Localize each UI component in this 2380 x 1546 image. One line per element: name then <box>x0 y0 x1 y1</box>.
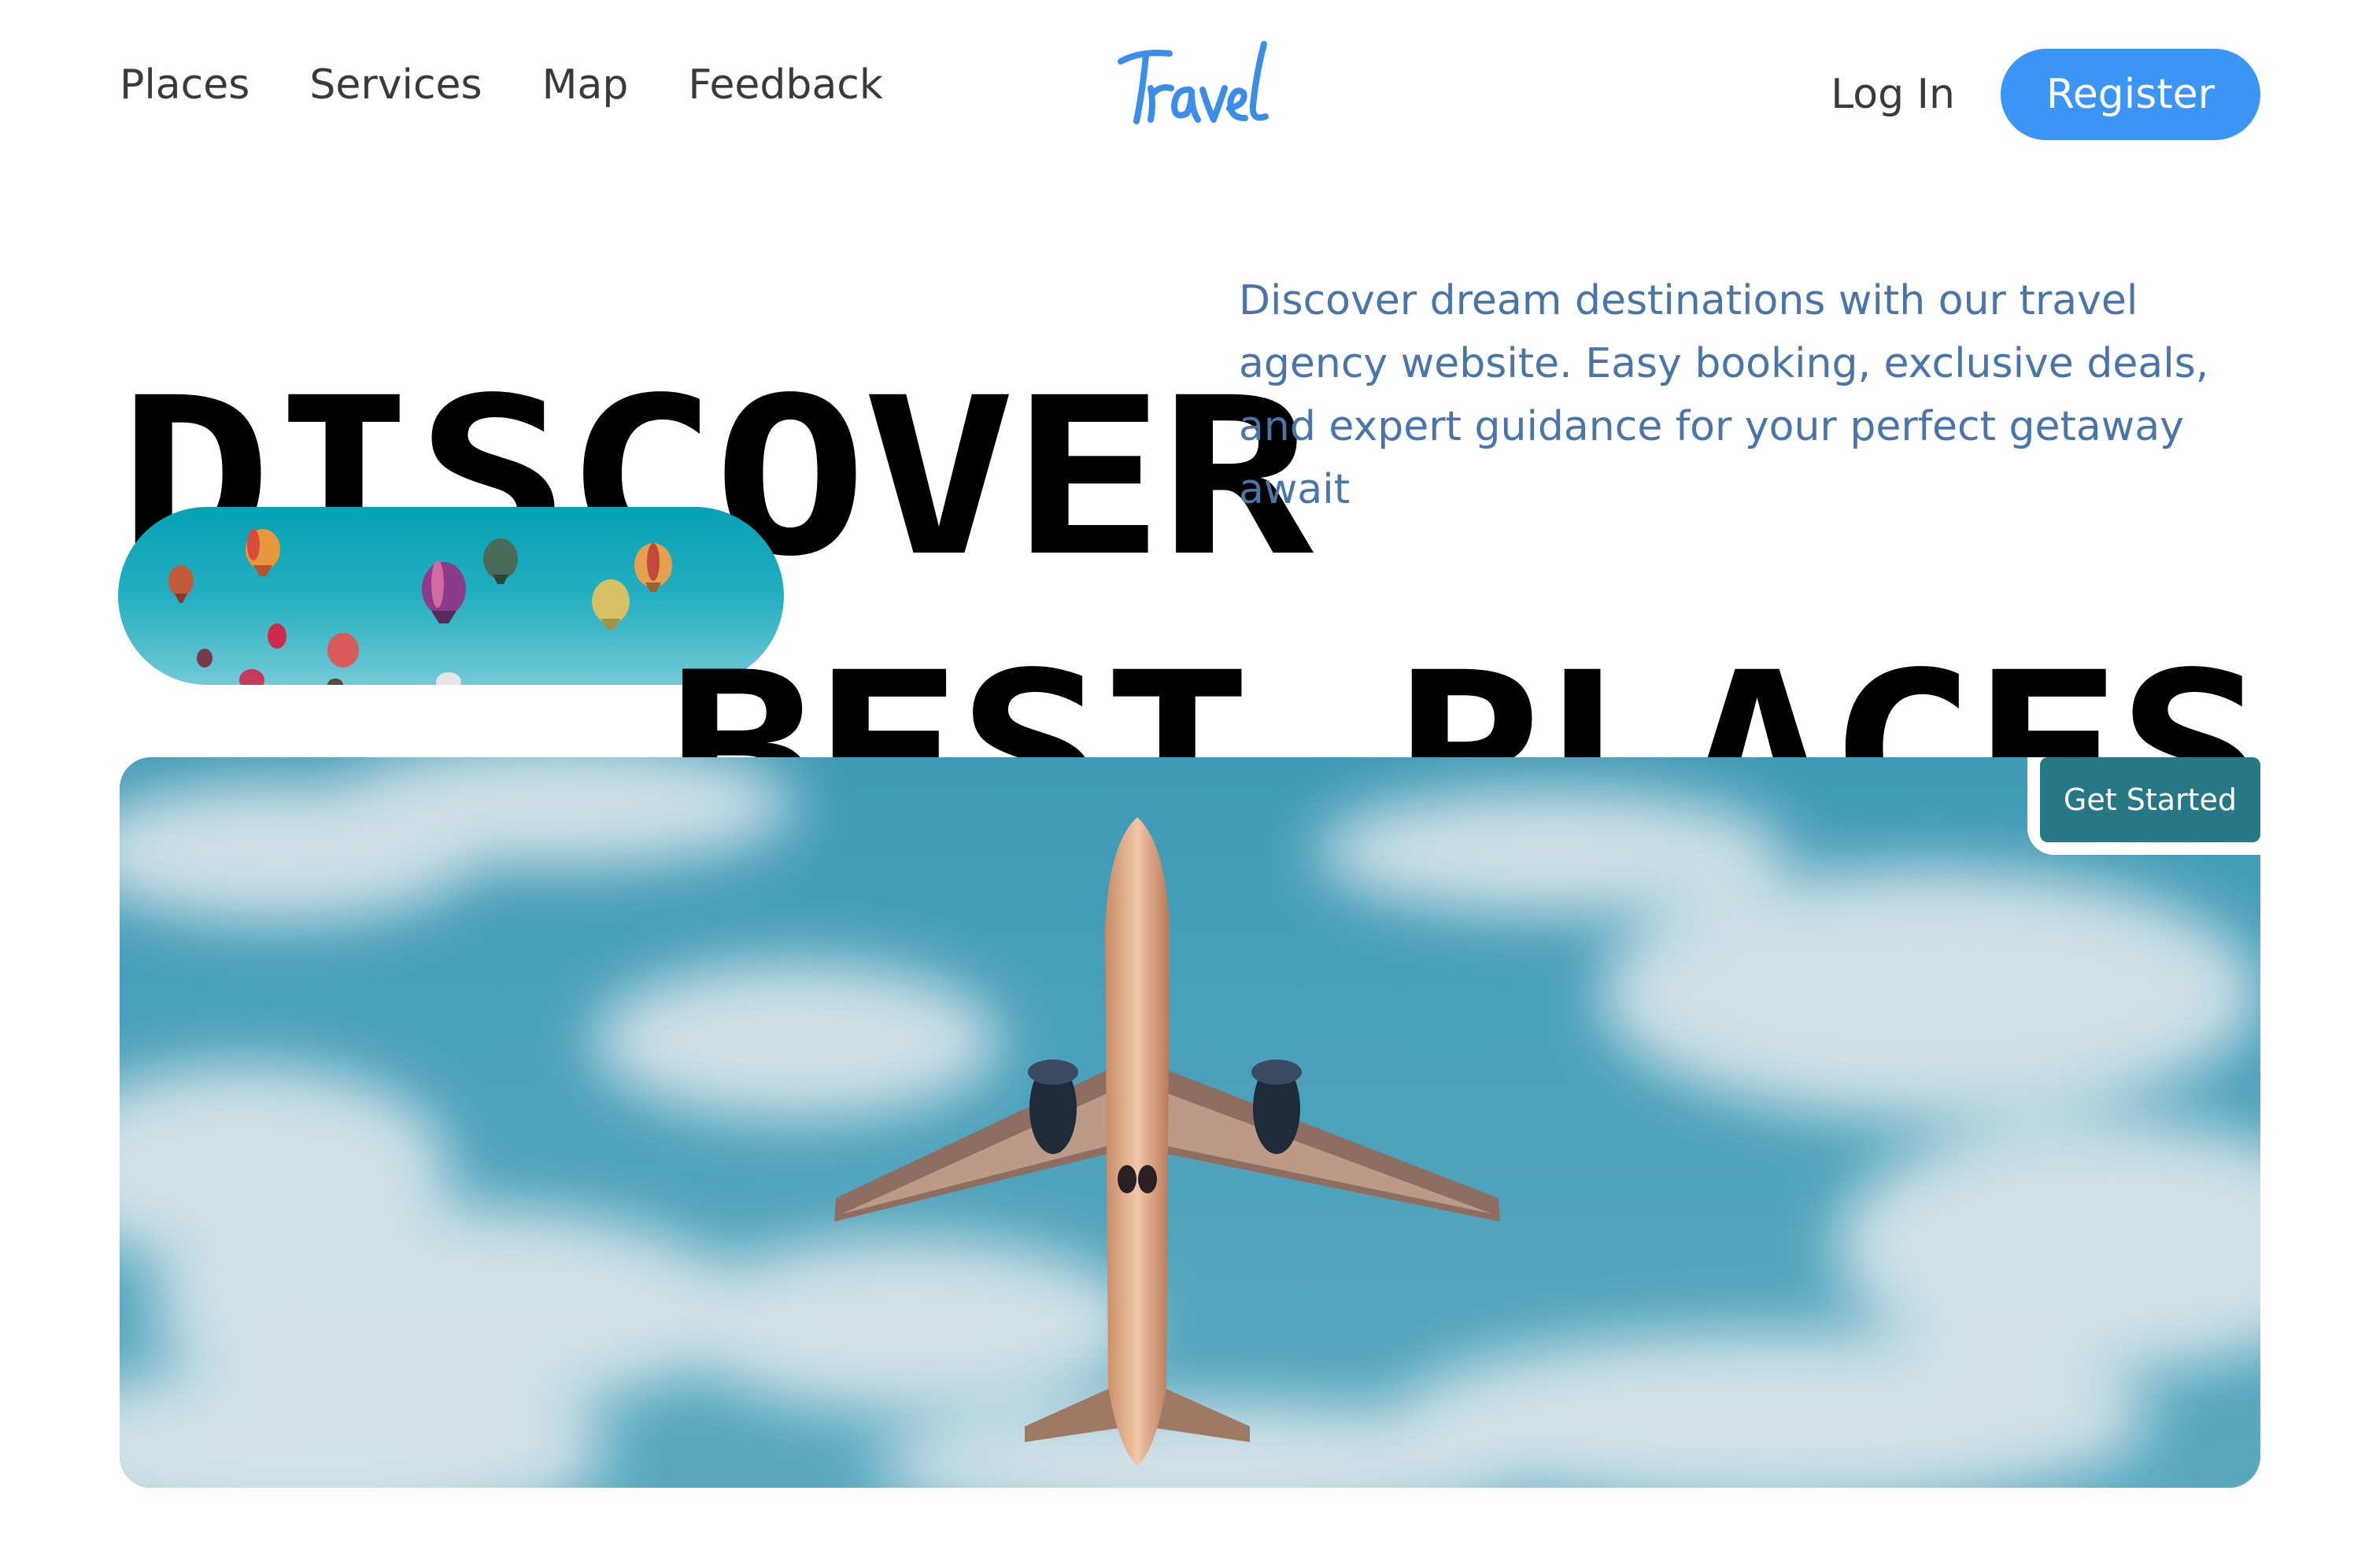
register-button[interactable]: Register <box>2000 49 2260 140</box>
login-link[interactable]: Log In <box>1831 71 1955 118</box>
nav-map-link[interactable]: Map <box>542 61 629 109</box>
main-nav: Places Services Map Feedback <box>120 61 883 109</box>
hero-tagline: Discover dream destinations with our tra… <box>1239 277 2209 513</box>
auth-area: Log In Register <box>1831 49 2260 140</box>
nav-services-link[interactable]: Services <box>309 61 482 109</box>
travel-logo-script <box>1118 41 1269 124</box>
nav-feedback-link[interactable]: Feedback <box>688 61 883 109</box>
get-started-button[interactable]: Get Started <box>2040 757 2260 842</box>
travel-logo[interactable] <box>1110 27 1283 153</box>
airplane-image <box>120 757 2260 1488</box>
nav-places-link[interactable]: Places <box>120 61 249 109</box>
